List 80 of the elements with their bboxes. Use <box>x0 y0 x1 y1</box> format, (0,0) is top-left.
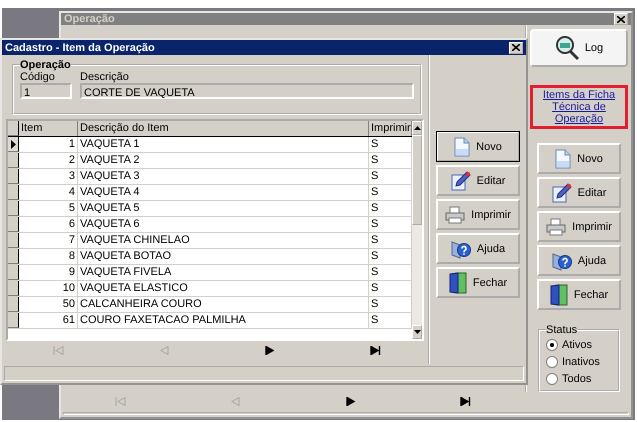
table-cell: VAQUETA 4 <box>78 185 369 200</box>
last-icon[interactable] <box>460 396 471 406</box>
close-button[interactable]: Fechar <box>537 279 621 310</box>
input-field[interactable]: 1 <box>20 83 72 99</box>
radio-option[interactable]: Inativos <box>546 353 614 370</box>
door-icon <box>550 284 568 306</box>
table-cell: VAQUETA FIVELA <box>78 265 369 280</box>
row-indicator[interactable] <box>8 185 19 200</box>
table-cell: 3 <box>19 169 78 184</box>
table-cell: VAQUETA 1 <box>78 137 369 152</box>
new-button[interactable]: Novo <box>537 143 621 174</box>
table-cell: VAQUETA 6 <box>78 217 369 232</box>
table-cell: VAQUETA BOTAO <box>78 249 369 264</box>
field-label: Descrição <box>80 71 130 83</box>
document-icon <box>454 136 470 156</box>
new-button[interactable]: Novo <box>436 131 520 162</box>
table-cell: VAQUETA 5 <box>78 201 369 216</box>
row-indicator[interactable] <box>8 313 19 328</box>
row-indicator[interactable] <box>8 169 19 184</box>
log-button[interactable]: Log <box>530 29 628 67</box>
up-arrow-icon[interactable] <box>414 126 420 130</box>
table-cell: VAQUETA 3 <box>78 169 369 184</box>
table-cell: 4 <box>19 185 78 200</box>
table-cell: VAQUETA CHINELAO <box>78 233 369 248</box>
input-field[interactable]: CORTE DE VAQUETA <box>80 83 414 99</box>
row-indicator[interactable] <box>8 233 19 248</box>
close-button[interactable] <box>509 42 523 54</box>
row-indicator[interactable] <box>8 137 19 152</box>
close-button[interactable]: Fechar <box>436 267 520 298</box>
table-cell: VAQUETA 2 <box>78 153 369 168</box>
table-cell: 61 <box>19 313 78 328</box>
table-cell: 8 <box>19 249 78 264</box>
next-icon[interactable] <box>345 396 356 406</box>
table-cell: 50 <box>19 297 78 312</box>
printer-icon <box>445 206 466 224</box>
print-button[interactable]: Imprimir <box>537 211 621 242</box>
column-header[interactable]: Descrição do Item <box>78 121 369 136</box>
help-button[interactable]: Ajuda <box>436 233 520 264</box>
radio-option[interactable]: Todos <box>546 370 614 387</box>
pointer-icon <box>10 140 16 148</box>
table-cell: 7 <box>19 233 78 248</box>
group-title: Operação <box>20 59 71 71</box>
scrollbar[interactable] <box>412 121 422 339</box>
pencil-icon <box>450 170 471 190</box>
next-icon[interactable] <box>264 346 276 354</box>
edit-button[interactable]: Editar <box>436 165 520 196</box>
table-cell: 1 <box>19 137 78 152</box>
magnifier-icon <box>554 35 581 61</box>
field-label: Código <box>20 71 56 83</box>
question-icon <box>552 250 572 270</box>
window-title: Operação <box>64 13 115 25</box>
table-cell: VAQUETA ELASTICO <box>78 281 369 296</box>
pencil-icon <box>552 182 572 202</box>
down-arrow-icon[interactable] <box>414 330 420 334</box>
table-cell: 10 <box>19 281 78 296</box>
table-cell: 6 <box>19 217 78 232</box>
last-icon[interactable] <box>370 346 381 354</box>
door-icon <box>448 272 467 294</box>
column-header[interactable]: Item <box>19 121 78 136</box>
table-cell: 5 <box>19 201 78 216</box>
row-indicator[interactable] <box>8 217 19 232</box>
radio-option[interactable]: Ativos <box>546 336 614 353</box>
table-cell: COURO FAXETACAO PALMILHA <box>78 313 369 328</box>
table-cell: 2 <box>19 153 78 168</box>
row-indicator[interactable] <box>8 281 19 296</box>
table-cell: 9 <box>19 265 78 280</box>
group-title: Status <box>546 324 578 336</box>
window-title: Cadastro - Item da Operação <box>5 42 155 54</box>
document-icon <box>555 148 572 168</box>
row-indicator[interactable] <box>8 297 19 312</box>
help-button[interactable]: Ajuda <box>537 245 621 276</box>
printer-icon <box>546 218 566 236</box>
row-indicator[interactable] <box>8 249 19 264</box>
table-cell: CALCANHEIRA COURO <box>78 297 369 312</box>
row-indicator[interactable] <box>8 265 19 280</box>
question-icon <box>450 238 471 258</box>
row-indicator[interactable] <box>8 153 19 168</box>
edit-button[interactable]: Editar <box>537 177 621 208</box>
print-button[interactable]: Imprimir <box>436 199 520 230</box>
row-indicator[interactable] <box>8 201 19 216</box>
